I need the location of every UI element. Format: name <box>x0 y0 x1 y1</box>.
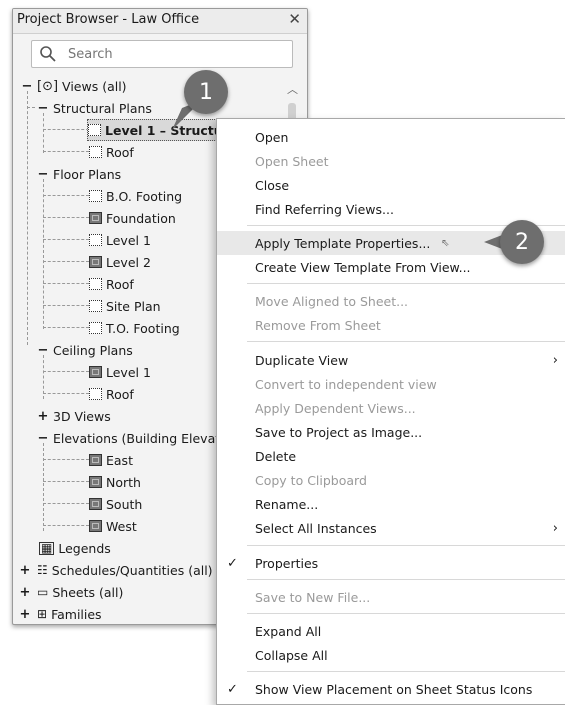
menu-separator <box>247 579 565 580</box>
tree-item-west[interactable]: West <box>89 515 137 537</box>
collapse-icon[interactable]: − <box>37 431 49 446</box>
plan-view-icon <box>89 146 102 158</box>
views-icon: [⊙] <box>37 78 59 94</box>
menu-item-open[interactable]: Open <box>217 125 565 149</box>
menu-item-duplicate-view[interactable]: Duplicate View › <box>217 348 565 372</box>
tree-node-sheets[interactable]: + ▭ Sheets (all) <box>19 581 124 603</box>
plan-view-icon <box>89 190 102 202</box>
menu-item-save-as-image[interactable]: Save to Project as Image... <box>217 420 565 444</box>
menu-item-open-sheet: Open Sheet <box>255 153 329 169</box>
tree-item-ceiling-level-1[interactable]: Level 1 <box>89 361 151 383</box>
tree-node-floor-plans[interactable]: − Floor Plans <box>37 163 122 185</box>
callout-badge-1: 1 <box>184 70 228 114</box>
tree-item-structural-roof[interactable]: Roof <box>89 141 134 163</box>
search-box[interactable] <box>31 40 293 68</box>
elevation-view-icon <box>89 454 102 466</box>
menu-separator <box>247 545 565 546</box>
tree-node-legends[interactable]: ▦ Legends <box>39 537 111 559</box>
menu-item-expand-all[interactable]: Expand All <box>217 619 565 643</box>
tree-item-site-plan[interactable]: Site Plan <box>89 295 161 317</box>
expand-icon[interactable]: + <box>19 563 31 578</box>
legend-icon: ▦ <box>39 540 55 555</box>
tree-item-roof[interactable]: Roof <box>89 273 134 295</box>
tree-item-north[interactable]: North <box>89 471 141 493</box>
plan-view-on-sheet-icon <box>89 256 102 268</box>
menu-separator <box>247 283 565 284</box>
tree-node-schedules[interactable]: + ☷ Schedules/Quantities (all) <box>19 559 213 581</box>
context-menu: Open Open Sheet Close Find Referring Vie… <box>216 118 565 705</box>
plan-view-on-sheet-icon <box>89 212 102 224</box>
tree-item-level-1[interactable]: Level 1 <box>89 229 151 251</box>
menu-item-convert-independent: Convert to independent view <box>255 376 437 392</box>
check-icon: ✓ <box>227 555 238 571</box>
menu-separator <box>247 613 565 614</box>
submenu-arrow-icon: › <box>552 352 558 368</box>
expand-icon[interactable]: + <box>19 585 31 600</box>
tree-item-bo-footing[interactable]: B.O. Footing <box>89 185 182 207</box>
tree-item-ceiling-roof[interactable]: Roof <box>89 383 134 405</box>
tree-item-south[interactable]: South <box>89 493 142 515</box>
menu-item-save-to-new-file: Save to New File... <box>255 589 371 605</box>
tree-node-elevations[interactable]: − Elevations (Building Elevation) <box>37 427 245 449</box>
tree-node-3d-views[interactable]: + 3D Views <box>37 405 111 427</box>
ceiling-view-icon <box>89 366 102 378</box>
sheet-icon: ▭ <box>37 585 49 599</box>
menu-item-copy-to-clipboard: Copy to Clipboard <box>255 472 367 488</box>
elevation-view-icon <box>89 498 102 510</box>
collapse-icon[interactable]: − <box>37 101 49 116</box>
panel-title-bar: Project Browser - Law Office ✕ <box>13 9 307 34</box>
menu-item-select-all-instances[interactable]: Select All Instances › <box>217 516 565 540</box>
menu-item-properties[interactable]: ✓ Properties <box>217 551 565 575</box>
collapse-icon[interactable]: − <box>21 79 33 94</box>
plan-view-icon <box>88 124 101 136</box>
collapse-icon[interactable]: − <box>37 167 49 182</box>
tree-item-to-footing[interactable]: T.O. Footing <box>89 317 180 339</box>
menu-item-delete[interactable]: Delete <box>217 444 565 468</box>
ceiling-view-icon <box>89 388 102 400</box>
plan-view-icon <box>89 234 102 246</box>
menu-item-close[interactable]: Close <box>217 173 565 197</box>
family-icon: ⊞ <box>37 607 48 621</box>
menu-item-find-referring-views[interactable]: Find Referring Views... <box>217 197 565 221</box>
menu-separator <box>247 341 565 342</box>
menu-item-collapse-all[interactable]: Collapse All <box>217 643 565 667</box>
plan-view-icon <box>89 278 102 290</box>
close-icon[interactable]: ✕ <box>288 10 301 28</box>
menu-separator <box>247 671 565 672</box>
tree-item-east[interactable]: East <box>89 449 133 471</box>
collapse-icon[interactable]: − <box>37 343 49 358</box>
tree-item-level-2[interactable]: Level 2 <box>89 251 151 273</box>
menu-item-rename[interactable]: Rename... <box>217 492 565 516</box>
menu-item-remove-from-sheet: Remove From Sheet <box>255 317 381 333</box>
plan-view-icon <box>89 300 102 312</box>
scroll-up-icon[interactable]: ︿ <box>287 81 298 97</box>
panel-title: Project Browser - Law Office <box>17 12 200 27</box>
tree-node-ceiling-plans[interactable]: − Ceiling Plans <box>37 339 133 361</box>
search-input[interactable] <box>66 44 280 64</box>
mouse-cursor-icon: ⇖ <box>441 238 450 249</box>
elevation-view-icon <box>89 520 102 532</box>
callout-badge-2: 2 <box>500 220 544 264</box>
menu-item-show-view-placement[interactable]: ✓ Show View Placement on Sheet Status Ico… <box>217 677 565 701</box>
schedule-icon: ☷ <box>37 563 48 577</box>
expand-icon[interactable]: + <box>37 409 49 424</box>
expand-icon[interactable]: + <box>19 607 31 622</box>
elevation-view-icon <box>89 476 102 488</box>
submenu-arrow-icon: › <box>552 520 558 536</box>
check-icon: ✓ <box>227 681 238 697</box>
menu-item-move-aligned-to-sheet: Move Aligned to Sheet... <box>255 293 409 309</box>
tree-node-views[interactable]: − [⊙] Views (all) <box>21 75 127 97</box>
menu-item-apply-dependent-views: Apply Dependent Views... <box>255 400 416 416</box>
tree-node-structural-plans[interactable]: − Structural Plans <box>37 97 152 119</box>
search-icon <box>40 46 56 62</box>
tree-node-families[interactable]: + ⊞ Families <box>19 603 102 624</box>
plan-view-icon <box>89 322 102 334</box>
tree-item-foundation[interactable]: Foundation <box>89 207 176 229</box>
